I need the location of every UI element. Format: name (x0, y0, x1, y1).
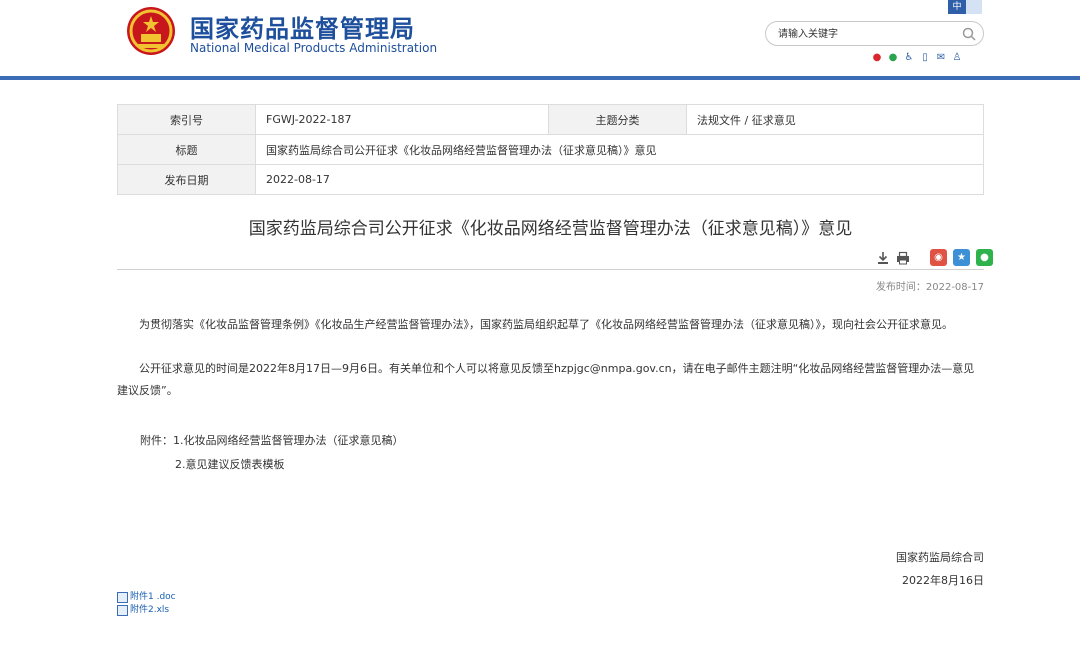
article-tools: ◉ ★ ● (876, 249, 993, 266)
file-link[interactable]: 附件2.xls (117, 604, 176, 617)
meta-value: 国家药监局综合司公开征求《化妆品网络经营监督管理办法（征求意见稿）》意见 (255, 134, 984, 165)
meta-key: 索引号 (117, 104, 256, 135)
search-input[interactable] (778, 25, 958, 43)
language-switch[interactable]: 中 (948, 0, 982, 14)
meta-key: 标题 (117, 134, 256, 165)
table-row: 索引号 FGWJ-2022-187 主题分类 法规文件 / 征求意见 (117, 104, 984, 135)
attachment-files: 附件1 .doc 附件2.xls (117, 591, 176, 617)
meta-value: 法规文件 / 征求意见 (686, 104, 984, 135)
doc-file-icon (117, 592, 128, 603)
wechat-share-icon[interactable]: ● (976, 249, 993, 266)
file-link[interactable]: 附件1 .doc (117, 591, 176, 604)
article-paragraph: 为贯彻落实《化妆品监督管理条例》《化妆品生产经营监督管理办法》，国家药监局组织起… (139, 318, 953, 331)
user-icon[interactable]: ♙ (951, 52, 963, 64)
document-meta-table: 索引号 FGWJ-2022-187 主题分类 法规文件 / 征求意见 标题 国家… (117, 104, 984, 195)
table-row: 发布日期 2022-08-17 (117, 164, 984, 195)
weibo-share-icon[interactable]: ◉ (930, 249, 947, 266)
mobile-icon[interactable]: ▯ (919, 52, 931, 64)
title-divider (117, 269, 984, 270)
search-icon[interactable] (961, 26, 977, 42)
article-paragraph: 公开征求意见的时间是2022年8月17日—9月6日。有关单位和个人可以将意见反馈… (117, 362, 975, 397)
meta-key: 主题分类 (548, 104, 687, 135)
sign-date: 2022年8月16日 (902, 574, 984, 587)
publish-time: 发布时间：2022-08-17 (875, 282, 984, 293)
meta-value: FGWJ-2022-187 (255, 104, 549, 135)
meta-key: 发布日期 (117, 164, 256, 195)
search-box (765, 21, 984, 46)
file-link-label[interactable]: 附件1 .doc (130, 591, 176, 604)
download-icon[interactable] (876, 251, 890, 265)
print-icon[interactable] (896, 251, 910, 265)
xls-file-icon (117, 605, 128, 616)
meta-value: 2022-08-17 (255, 164, 984, 195)
accessibility-icon[interactable]: ♿ (903, 52, 915, 64)
lang-en-button[interactable] (966, 0, 982, 14)
header-divider (0, 76, 1080, 80)
file-link-label[interactable]: 附件2.xls (130, 604, 169, 617)
site-header: 国家药品监督管理局 National Medical Products Admi… (0, 0, 1080, 80)
national-emblem-icon (127, 7, 175, 55)
favorite-share-icon[interactable]: ★ (953, 249, 970, 266)
attachment-item: 2.意见建议反馈表模板 (175, 458, 285, 471)
article-title: 国家药监局综合司公开征求《化妆品网络经营监督管理办法（征求意见稿）》意见 (248, 219, 853, 239)
attachment-item: 附件：1.化妆品网络经营监督管理办法（征求意见稿） (140, 434, 404, 447)
signer: 国家药监局综合司 (896, 551, 984, 564)
weibo-icon[interactable]: ● (871, 52, 883, 64)
lang-cn-button[interactable]: 中 (948, 0, 966, 14)
wechat-icon[interactable]: ● (887, 52, 899, 64)
table-row: 标题 国家药监局综合司公开征求《化妆品网络经营监督管理办法（征求意见稿）》意见 (117, 134, 984, 165)
site-title-cn[interactable]: 国家药品监督管理局 (190, 9, 415, 44)
header-share-icons: ● ● ♿ ▯ ✉ ♙ (871, 52, 963, 64)
site-title-en[interactable]: National Medical Products Administration (190, 41, 437, 55)
email-icon[interactable]: ✉ (935, 52, 947, 64)
